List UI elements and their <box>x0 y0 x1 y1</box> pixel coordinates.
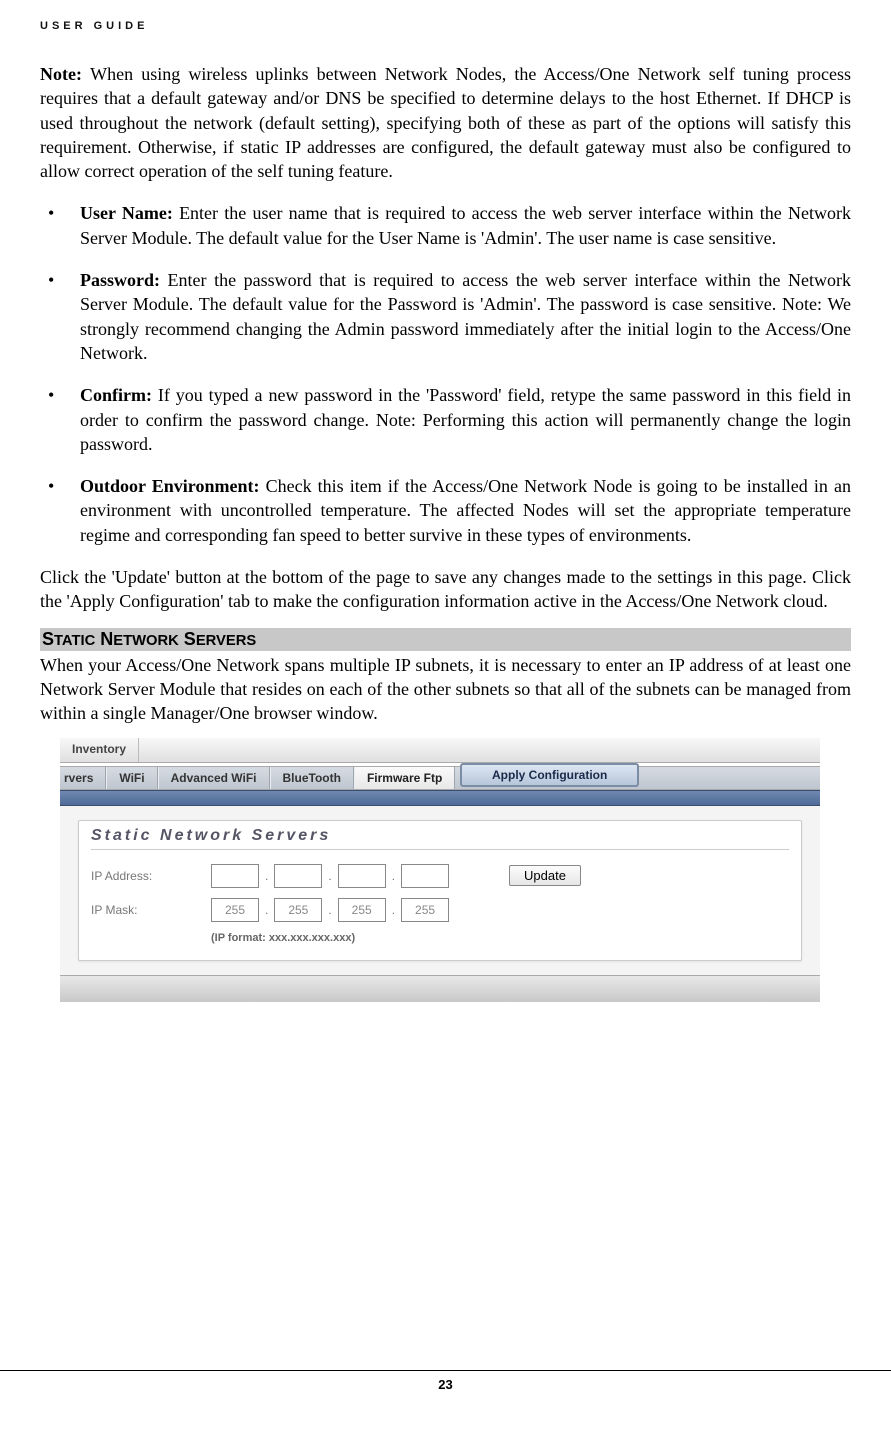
section-heading: STATIC NETWORK SERVERS <box>42 629 256 649</box>
tab-servers-truncated[interactable]: rvers <box>60 767 106 789</box>
bullet-list: User Name: Enter the user name that is r… <box>40 201 851 547</box>
ip-address-octet-2[interactable] <box>274 864 322 888</box>
bullet-body: Enter the password that is required to a… <box>80 270 851 363</box>
click-paragraph: Click the 'Update' button at the bottom … <box>40 565 851 614</box>
note-prefix: Note: <box>40 64 90 84</box>
ip-mask-octet-2[interactable] <box>274 898 322 922</box>
update-button[interactable]: Update <box>509 865 581 886</box>
page-footer: 23 <box>0 1370 891 1392</box>
tab-blank <box>139 738 163 762</box>
tab-wifi[interactable]: WiFi <box>106 767 157 789</box>
bullet-term: Outdoor Environment: <box>80 476 266 496</box>
ip-mask-label: IP Mask: <box>91 903 211 917</box>
ip-address-octet-1[interactable] <box>211 864 259 888</box>
ip-address-octet-3[interactable] <box>338 864 386 888</box>
list-item: Outdoor Environment: Check this item if … <box>40 474 851 547</box>
dot-separator: . <box>259 903 274 917</box>
ip-address-octet-4[interactable] <box>401 864 449 888</box>
page-number: 23 <box>438 1377 452 1392</box>
dot-separator: . <box>386 869 401 883</box>
toolbar-strip <box>60 790 820 806</box>
section-heading-bar: STATIC NETWORK SERVERS <box>40 628 851 651</box>
bullet-term: Password: <box>80 270 168 290</box>
static-servers-paragraph: When your Access/One Network spans multi… <box>40 653 851 726</box>
dot-separator: . <box>322 903 337 917</box>
running-header: USER GUIDE <box>40 20 851 32</box>
dot-separator: . <box>322 869 337 883</box>
ip-address-label: IP Address: <box>91 869 211 883</box>
list-item: Password: Enter the password that is req… <box>40 268 851 365</box>
bullet-term: User Name: <box>80 203 179 223</box>
note-body: When using wireless uplinks between Netw… <box>40 64 851 181</box>
ip-mask-octet-3[interactable] <box>338 898 386 922</box>
tab-bluetooth[interactable]: BlueTooth <box>270 767 354 789</box>
panel-title: Static Network Servers <box>91 827 789 850</box>
ip-mask-octet-1[interactable] <box>211 898 259 922</box>
bullet-term: Confirm: <box>80 385 158 405</box>
tab-firmware-ftp[interactable]: Firmware Ftp <box>354 767 455 789</box>
bullet-body: Enter the user name that is required to … <box>80 203 851 247</box>
tab-inventory[interactable]: Inventory <box>60 738 139 762</box>
embedded-screenshot: Inventory Apply Configuration rvers WiFi… <box>60 738 820 1002</box>
ip-mask-octet-4[interactable] <box>401 898 449 922</box>
dot-separator: . <box>386 903 401 917</box>
screenshot-footer-bar <box>60 975 820 1002</box>
list-item: Confirm: If you typed a new password in … <box>40 383 851 456</box>
list-item: User Name: Enter the user name that is r… <box>40 201 851 250</box>
ip-format-hint: (IP format: xxx.xxx.xxx.xxx) <box>211 932 789 944</box>
bullet-body: If you typed a new password in the 'Pass… <box>80 385 851 454</box>
note-paragraph: Note: When using wireless uplinks betwee… <box>40 62 851 183</box>
dot-separator: . <box>259 869 274 883</box>
tab-advanced-wifi[interactable]: Advanced WiFi <box>158 767 270 789</box>
apply-configuration-button[interactable]: Apply Configuration <box>460 763 639 787</box>
